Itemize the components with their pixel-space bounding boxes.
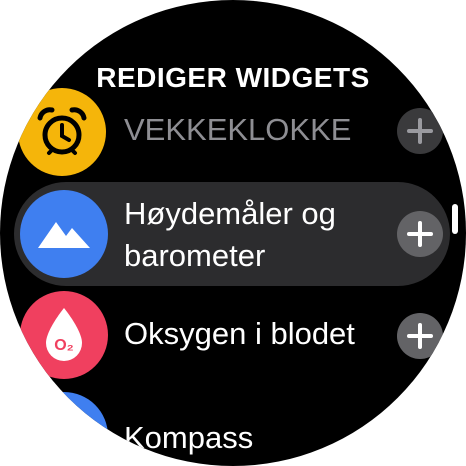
widget-label-alarm: VEKKEKLOKKE: [124, 112, 352, 147]
scrollbar[interactable]: [452, 204, 458, 234]
add-blood-oxygen-button[interactable]: [397, 313, 443, 359]
o2-glyph: O₂: [54, 337, 74, 354]
add-altimeter-button[interactable]: [397, 211, 443, 257]
add-alarm-button[interactable]: [397, 108, 443, 154]
plus-icon: [407, 323, 433, 349]
widget-item-blood-oxygen[interactable]: O₂ Oksygen i blodet: [0, 291, 466, 381]
widget-label-altimeter-line2: barometer: [124, 238, 266, 273]
widget-label-blood-oxygen: Oksygen i blodet: [124, 316, 355, 351]
widget-item-altimeter[interactable]: Høydemåler og barometer: [0, 182, 466, 286]
alarm-clock-icon: [18, 88, 106, 176]
plus-icon: [407, 221, 433, 247]
blood-oxygen-icon: O₂: [20, 291, 108, 379]
compass-icon: [20, 392, 108, 466]
mountain-icon: [20, 190, 108, 278]
widget-label-compass: Kompass: [124, 420, 254, 455]
widget-label-altimeter-line1: Høydemåler og: [124, 196, 336, 231]
watch-screen: REDIGER WIDGETS VEKKEKLOKKE Høydemåler o…: [0, 0, 466, 466]
widget-item-compass[interactable]: Kompass: [0, 392, 466, 466]
widget-item-alarm[interactable]: VEKKEKLOKKE: [0, 88, 466, 178]
plus-icon: [407, 118, 433, 144]
